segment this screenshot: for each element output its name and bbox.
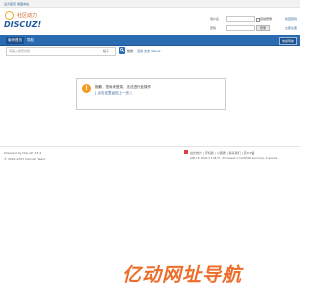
footer-divider: [0, 146, 300, 147]
logo-slogan: 社区动力: [17, 13, 38, 19]
nav-item-forum[interactable]: 版块首页: [6, 36, 24, 44]
main-nav: 版块首页 导航 快捷导航: [0, 35, 300, 46]
auto-login-label: 自动登录: [260, 17, 273, 21]
forgot-password-link[interactable]: 找回密码: [285, 17, 297, 21]
password-input[interactable]: [226, 25, 255, 31]
hot-term[interactable]: 交友: [144, 49, 150, 53]
hot-term[interactable]: 活动: [137, 49, 143, 53]
search-icon: [120, 48, 124, 53]
logo-wordmark[interactable]: DISCUZ!: [4, 20, 41, 29]
footer-links[interactable]: 站长统计 | 手机版 | 小黑屋 | 联系我们 | 京ICP备: [190, 151, 254, 155]
quick-nav-button[interactable]: 快捷导航: [278, 37, 297, 45]
stats-badge-icon: [184, 150, 188, 154]
watermark-text: 亿动网址导航: [122, 264, 243, 286]
password-label: 密码: [210, 26, 217, 30]
search-type-select[interactable]: 帖子: [103, 49, 109, 53]
hot-search-label: 热搜:: [127, 48, 135, 53]
powered-by[interactable]: Powered by Discuz! X3.4: [4, 151, 41, 155]
logo-icon: [5, 11, 14, 20]
set-homepage-link[interactable]: 设为首页: [4, 2, 16, 6]
alert-message: 抱歉，您尚未登录，无法进行此操作: [95, 85, 151, 89]
username-label: 用户名: [210, 17, 220, 21]
login-button[interactable]: 登录: [256, 25, 270, 31]
nav-item-guide[interactable]: 导航: [27, 38, 34, 42]
top-toolbar: 设为首页 收藏本站: [0, 0, 300, 8]
register-link[interactable]: 立即注册: [285, 26, 297, 30]
bookmark-link[interactable]: 收藏本站: [17, 2, 29, 6]
username-input[interactable]: [226, 16, 255, 22]
search-button[interactable]: [119, 47, 125, 54]
back-link[interactable]: [ 点击这里返回上一页 ]: [95, 91, 131, 95]
copyright: © 2001-2017 Discuz! Team.: [4, 157, 47, 161]
footer-gmt: GMT+8, 2024-4-3 08:37 , Processed in 0.0…: [190, 157, 279, 160]
alert-icon: !: [82, 84, 91, 93]
search-placeholder: 请输入搜索内容: [9, 48, 31, 53]
hot-term[interactable]: discuz: [151, 49, 160, 53]
